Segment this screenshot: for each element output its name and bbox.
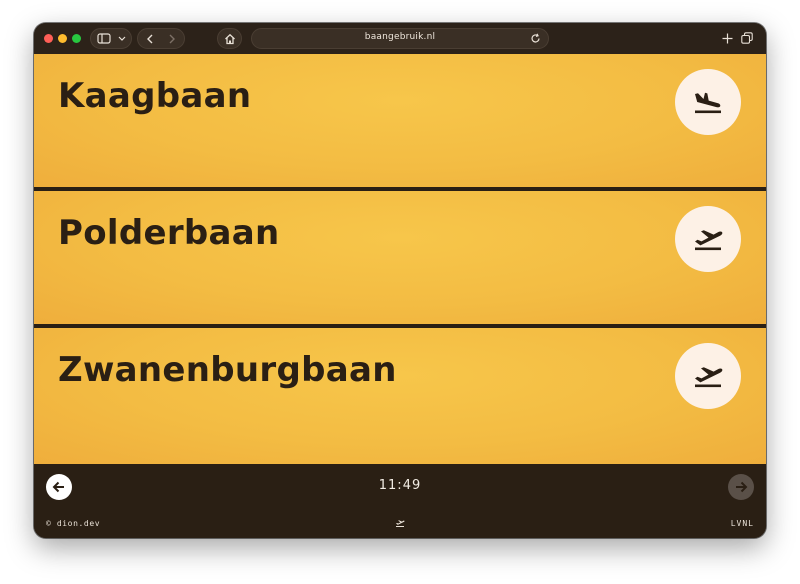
browser-window: baangebruik.nl Kaagbaan Polderbaan Zwane… [34,23,766,538]
runway-name: Kaagbaan [58,76,252,116]
forward-chevron-icon[interactable] [168,34,176,44]
browser-titlebar: baangebruik.nl [34,23,766,54]
runway-name: Zwanenburgbaan [58,350,397,390]
runway-mode-badge [675,206,741,272]
runway-mode-badge [675,343,741,409]
sidebar-toggle-button[interactable] [90,28,132,49]
sidebar-icon [97,33,111,44]
runway-row-kaagbaan[interactable]: Kaagbaan [34,54,766,189]
credit-text: © dion.dev [46,519,101,528]
new-tab-icon[interactable] [722,33,733,44]
address-bar[interactable]: baangebruik.nl [251,28,549,49]
tab-overview-icon[interactable] [741,32,753,44]
provider-label: LVNL [730,519,754,528]
arrow-right-icon [736,481,748,493]
runway-row-zwanenburgbaan[interactable]: Zwanenburgbaan [34,328,766,464]
plane-landing-icon [695,92,721,114]
small-plane-icon [396,520,405,527]
address-url: baangebruik.nl [364,32,436,42]
plane-takeoff-icon [695,230,723,251]
navigation-buttons [137,28,185,49]
runway-list: Kaagbaan Polderbaan Zwanenburgbaan [34,54,766,464]
runway-mode-badge [675,69,741,135]
close-window-button[interactable] [44,34,53,43]
runway-name: Polderbaan [58,213,280,253]
reload-icon[interactable] [530,33,541,44]
chevron-down-icon [118,36,126,41]
minimize-window-button[interactable] [58,34,67,43]
next-button[interactable] [728,474,754,500]
footer-bar: 11:49 © dion.dev LVNL [34,464,766,538]
runway-row-polderbaan[interactable]: Polderbaan [34,191,766,326]
back-chevron-icon[interactable] [146,34,154,44]
plane-takeoff-icon [695,367,723,388]
home-icon [225,33,235,45]
home-button[interactable] [217,28,242,49]
zoom-window-button[interactable] [72,34,81,43]
current-time: 11:49 [378,478,422,493]
